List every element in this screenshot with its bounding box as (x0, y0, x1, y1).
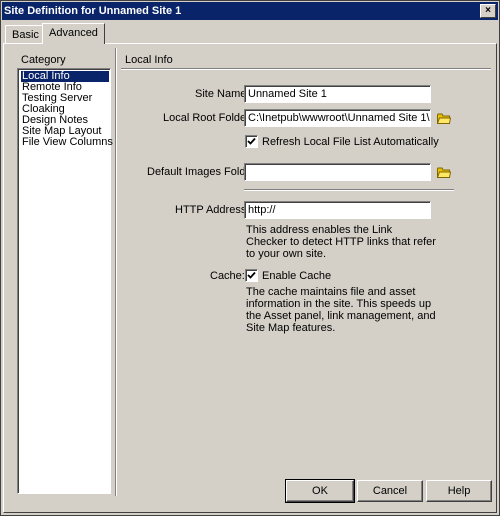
category-item-file-view-columns[interactable]: File View Columns (21, 137, 114, 148)
dialog-title: Site Definition for Unnamed Site 1 (4, 5, 182, 17)
title-bar: Site Definition for Unnamed Site 1 × (2, 2, 498, 20)
local-root-input[interactable]: C:\Inetpub\wwwroot\Unnamed Site 1\ (244, 109, 431, 127)
folder-icon[interactable] (437, 167, 451, 178)
refresh-checkbox[interactable] (245, 135, 258, 148)
cache-help-text: The cache maintains file and asset infor… (246, 286, 436, 334)
close-icon: × (485, 5, 491, 16)
site-definition-dialog: Site Definition for Unnamed Site 1 × Bas… (0, 0, 500, 516)
site-name-input[interactable]: Unnamed Site 1 (244, 85, 431, 103)
close-button[interactable]: × (480, 4, 496, 18)
folder-icon[interactable] (437, 113, 451, 124)
tab-advanced-label: Advanced (49, 27, 98, 39)
help-button[interactable]: Help (426, 480, 492, 502)
enable-cache-label: Enable Cache (262, 270, 332, 282)
local-root-label: Local Root Folder: (163, 112, 253, 124)
field-divider (244, 189, 454, 191)
cancel-button[interactable]: Cancel (357, 480, 423, 502)
tab-advanced[interactable]: Advanced (42, 23, 105, 44)
category-heading: Category (21, 54, 66, 66)
tab-basic-label: Basic (12, 29, 39, 41)
section-divider (121, 68, 491, 70)
http-help-text: This address enables the Link Checker to… (246, 224, 436, 260)
enable-cache-checkbox[interactable] (245, 269, 258, 282)
ok-button[interactable]: OK (285, 479, 355, 503)
tab-basic[interactable]: Basic (5, 25, 46, 43)
http-address-input[interactable]: http:// (244, 201, 431, 219)
vertical-divider (115, 48, 117, 496)
http-address-label: HTTP Address: (175, 204, 250, 216)
site-name-label: Site Name: (195, 88, 250, 100)
refresh-label: Refresh Local File List Automatically (262, 136, 439, 148)
section-title: Local Info (125, 54, 173, 66)
default-images-input[interactable] (244, 163, 431, 181)
checkmark-icon (247, 137, 256, 145)
category-list[interactable]: Local Info Remote Info Testing Server Cl… (17, 68, 114, 494)
checkmark-icon (247, 271, 256, 279)
default-images-label: Default Images Folder: (147, 166, 259, 178)
cache-label: Cache: (210, 270, 245, 282)
